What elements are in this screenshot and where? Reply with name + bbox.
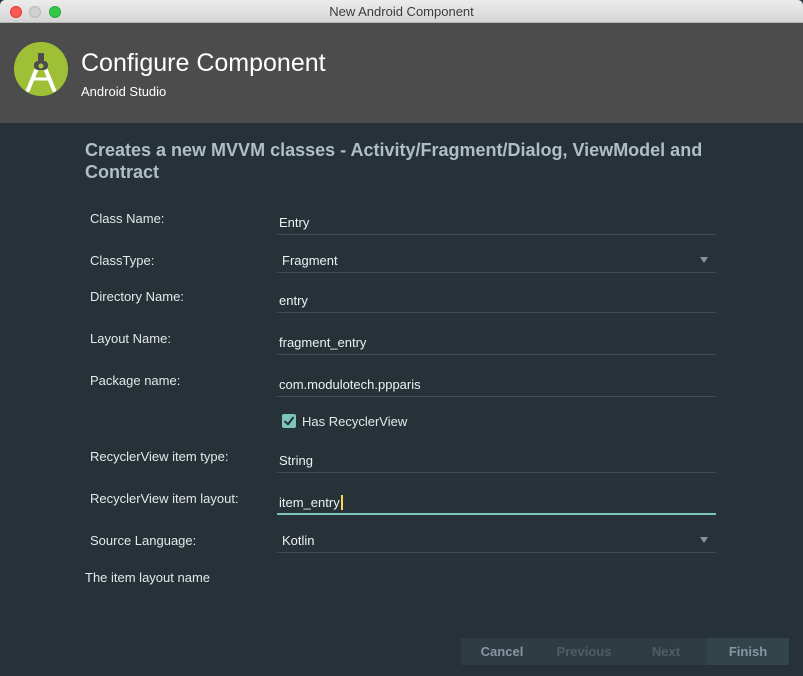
wizard-header: Configure Component Android Studio [0,23,803,123]
class-type-value: Fragment [282,253,338,268]
source-language-value: Kotlin [282,533,315,548]
previous-button[interactable]: Previous [543,638,625,665]
page-heading: Creates a new MVVM classes - Activity/Fr… [85,140,703,182]
directory-name-input[interactable]: entry [277,287,716,313]
class-name-label: Class Name: [90,211,165,226]
recycler-item-type-label: RecyclerView item type: [90,449,229,464]
class-name-value: Entry [279,215,310,230]
directory-name-value: entry [279,293,308,308]
field-hint: The item layout name [85,570,211,585]
recycler-item-type-input[interactable]: String [277,447,716,473]
next-button[interactable]: Next [625,638,707,665]
class-name-input[interactable]: Entry [277,209,716,235]
directory-name-label: Directory Name: [90,289,184,304]
package-name-input[interactable]: com.modulotech.ppparis [277,371,716,397]
header-title: Configure Component [81,49,326,77]
title-bar[interactable]: New Android Component [0,0,803,23]
chevron-down-icon [700,257,708,263]
layout-name-value: fragment_entry [279,335,367,350]
class-type-select[interactable]: Fragment [277,247,716,273]
android-studio-logo-icon [14,42,68,96]
checkmark-icon[interactable] [282,414,296,428]
source-language-select[interactable]: Kotlin [277,527,716,553]
package-name-label: Package name: [90,373,181,388]
recycler-item-type-value: String [279,453,313,468]
button-bar: Cancel Previous Next Finish [461,638,789,665]
recycler-item-layout-value: item_entry [279,495,343,510]
layout-name-input[interactable]: fragment_entry [277,329,716,355]
window-title: New Android Component [329,4,474,19]
dialog-window: New Android Component Configure Componen… [0,0,803,676]
has-recyclerview-label[interactable]: Has RecyclerView [302,414,407,429]
cancel-button[interactable]: Cancel [461,638,543,665]
source-language-label: Source Language: [90,533,197,548]
text-caret [340,495,343,510]
package-name-value: com.modulotech.ppparis [279,377,421,392]
chevron-down-icon [700,537,708,543]
header-subtitle: Android Studio [81,84,167,99]
class-type-label: ClassType: [90,253,155,268]
finish-button[interactable]: Finish [707,638,789,665]
recycler-item-layout-label: RecyclerView item layout: [90,491,239,506]
recycler-item-layout-input[interactable]: item_entry [277,489,716,515]
layout-name-label: Layout Name: [90,331,171,346]
